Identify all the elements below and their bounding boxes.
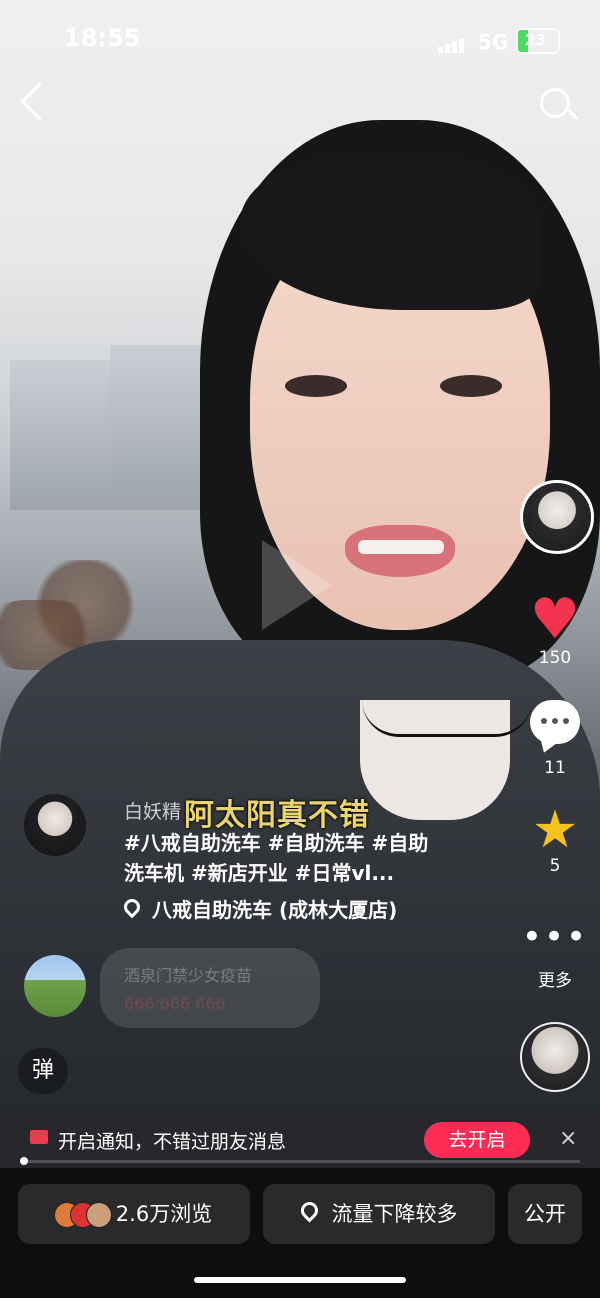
- location-tag[interactable]: 八戒自助洗车 (成林大厦店): [120, 894, 398, 923]
- signal-icon: [438, 34, 466, 53]
- favorite-count: 5: [549, 856, 561, 876]
- network-type: 5G: [478, 30, 509, 54]
- notification-text: 开启通知，不错过朋友消息: [58, 1131, 287, 1153]
- status-bar: 18:55 5G 23: [0, 0, 600, 80]
- more-button[interactable]: ••• 更多: [515, 917, 595, 991]
- close-icon[interactable]: ×: [559, 1126, 577, 1151]
- location-pin-icon: [120, 895, 144, 919]
- heart-icon: ♥: [529, 587, 581, 652]
- visibility-button[interactable]: 公开: [508, 1184, 582, 1244]
- live-user-avatar[interactable]: [24, 955, 86, 1017]
- video-progress-bar[interactable]: [20, 1157, 580, 1165]
- comment-count: 11: [544, 758, 566, 778]
- music-disc-avatar[interactable]: [520, 1022, 590, 1092]
- author-avatar[interactable]: [24, 794, 86, 856]
- hashtag-caption[interactable]: #八戒自助洗车 #自助洗车 #自助洗车机 #新店开业 #日常vl...: [124, 828, 444, 888]
- star-icon: ★: [531, 800, 579, 860]
- envelope-icon: [30, 1130, 48, 1144]
- live-comment-line2: 666 666 666: [124, 994, 226, 1013]
- views-button[interactable]: 2.6万浏览: [18, 1184, 250, 1244]
- like-button[interactable]: ♥ 150: [515, 587, 595, 669]
- notification-banner: 开启通知，不错过朋友消息 去开启 ×: [0, 1112, 600, 1166]
- traffic-label: 流量下降较多: [331, 1202, 458, 1226]
- more-label: 更多: [538, 971, 572, 991]
- home-indicator: [194, 1277, 406, 1283]
- location-text: 八戒自助洗车 (成林大厦店): [152, 898, 398, 922]
- author-name[interactable]: 白妖精: [124, 797, 181, 824]
- traffic-button[interactable]: 流量下降较多: [263, 1184, 495, 1244]
- favorite-button[interactable]: ★ 5: [515, 804, 595, 876]
- traffic-pin-icon: [296, 1198, 322, 1223]
- like-count: 150: [538, 648, 572, 668]
- status-time: 18:55: [64, 24, 141, 52]
- progress-knob[interactable]: [20, 1157, 28, 1165]
- views-count: 2.6万浏览: [115, 1202, 213, 1226]
- battery-level: 23: [525, 31, 546, 49]
- battery-icon: 23: [516, 28, 560, 54]
- more-dots-icon: •••: [521, 917, 589, 957]
- live-comment-bubble: 酒泉门禁少女疫苗 666 666 666: [100, 948, 320, 1028]
- search-icon[interactable]: [540, 88, 570, 118]
- play-icon: [262, 540, 332, 630]
- danmu-toggle-button[interactable]: 弹: [18, 1048, 68, 1094]
- comment-button[interactable]: 11: [515, 700, 595, 778]
- live-comment-line1: 酒泉门禁少女疫苗: [124, 966, 253, 985]
- enable-notification-button[interactable]: 去开启: [424, 1122, 530, 1158]
- author-avatar-follow[interactable]: [520, 480, 594, 554]
- comment-icon: [530, 700, 580, 744]
